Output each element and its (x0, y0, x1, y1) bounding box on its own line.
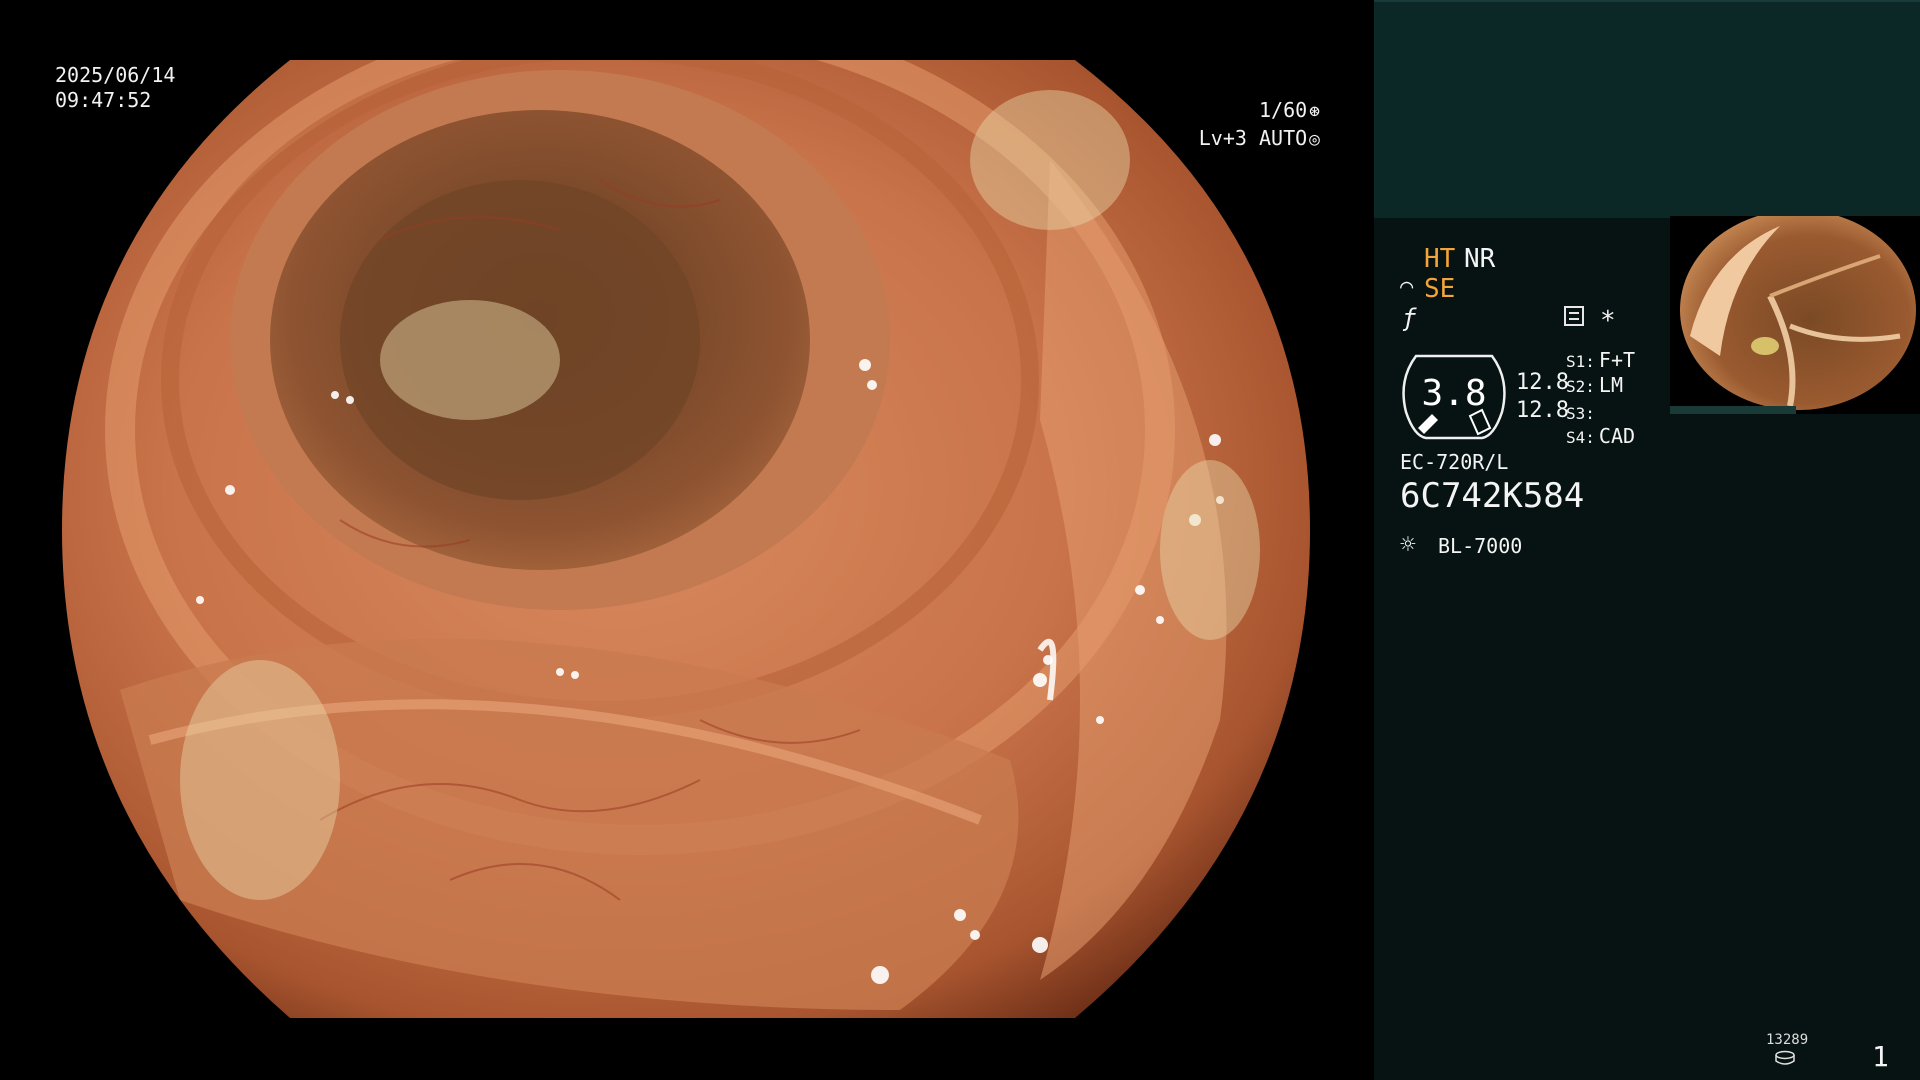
brightness-level: Lv+3 (1198, 126, 1247, 150)
exposure-row: Lv+3 AUTO ◎ (1140, 126, 1320, 150)
endoscopic-image (62, 60, 1310, 1018)
slot-s1-key: S1: (1566, 352, 1595, 371)
asterisk-indicator: * (1600, 306, 1616, 336)
dial-value-upper: 12.8 (1516, 370, 1569, 395)
aperture-icon: ⊛ (1309, 101, 1320, 122)
light-source: BL-7000 (1438, 534, 1523, 558)
slot-s2-key: S2: (1566, 377, 1595, 396)
menu-icon (1564, 306, 1584, 326)
scope-icon: ⌒ (1400, 274, 1414, 299)
time-display: 09:47:52 (55, 88, 152, 112)
slot-s2-value: LM (1598, 373, 1623, 397)
dial-value-lower: 12.8 (1516, 398, 1569, 423)
date-display: 2025/06/14 (55, 63, 176, 87)
shutter-row: 1/60 ⊛ (1140, 98, 1320, 122)
thumbnail-image (1680, 216, 1916, 410)
scope-serial: 6C742K584 (1400, 476, 1585, 516)
slot-s3: S3: (1566, 400, 1599, 424)
iris-icon: ◎ (1309, 129, 1320, 150)
slot-s1: S1: F+T (1566, 348, 1635, 372)
slot-s3-key: S3: (1566, 404, 1595, 423)
info-panel: HT NR ⌒ SE ƒ * 3.8 12.8 12.8 S1: F+T S2: L… (1374, 0, 1920, 1080)
f-icon: ƒ (1402, 304, 1417, 332)
thumbnail-progress-bar (1670, 406, 1796, 414)
slot-s4-key: S4: (1566, 428, 1595, 447)
image-count: 13289 (1766, 1032, 1809, 1048)
page-number: 1 (1872, 1040, 1889, 1073)
slot-s4: S4: CAD (1566, 424, 1635, 448)
ht-label: HT (1424, 244, 1456, 274)
nr-label: NR (1464, 244, 1496, 274)
slot-s1-value: F+T (1598, 348, 1636, 372)
exposure-mode: AUTO (1258, 126, 1308, 150)
scope-model: EC-720R/L (1400, 450, 1509, 474)
slot-s4-value: CAD (1598, 424, 1636, 448)
se-label: SE (1424, 274, 1456, 304)
light-icon: ☼ (1400, 530, 1416, 560)
disk-icon (1775, 1050, 1795, 1065)
shutter-speed: 1/60 (1258, 98, 1308, 122)
slot-s2: S2: LM (1566, 373, 1623, 397)
endoscopic-view: 2025/06/14 09:47:52 1/60 ⊛ Lv+3 AUTO ◎ (0, 0, 1374, 1080)
captured-thumbnail[interactable] (1670, 216, 1920, 414)
zoom-value: 3.8 (1421, 373, 1487, 414)
panel-header-area (1374, 0, 1920, 218)
